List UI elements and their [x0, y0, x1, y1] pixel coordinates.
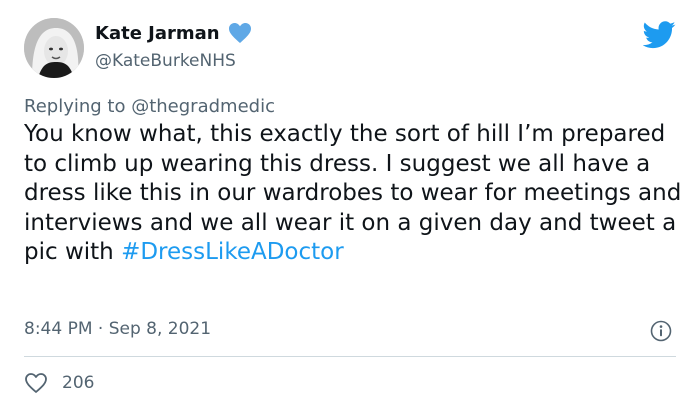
blue-heart-icon: [228, 22, 252, 44]
like-action[interactable]: 206: [24, 372, 94, 394]
divider: [24, 356, 676, 357]
tweet-text: You know what, this exactly the sort of …: [24, 120, 684, 268]
like-count: 206: [62, 373, 95, 393]
avatar-image: [24, 18, 84, 78]
heart-outline-icon[interactable]: [24, 372, 48, 394]
info-icon[interactable]: [650, 320, 672, 342]
twitter-bird-icon[interactable]: [642, 21, 676, 49]
user-handle[interactable]: @KateBurkeNHS: [95, 51, 236, 71]
name-row: Kate Jarman: [95, 22, 252, 44]
tweet-timestamp[interactable]: 8:44 PM · Sep 8, 2021: [24, 319, 211, 339]
reply-prefix: Replying to: [24, 96, 126, 117]
reply-mention-link[interactable]: @thegradmedic: [131, 96, 275, 117]
reply-context: Replying to @thegradmedic: [24, 96, 275, 117]
avatar[interactable]: [24, 18, 84, 78]
display-name[interactable]: Kate Jarman: [95, 23, 220, 44]
hashtag-link[interactable]: #DressLikeADoctor: [121, 239, 344, 265]
